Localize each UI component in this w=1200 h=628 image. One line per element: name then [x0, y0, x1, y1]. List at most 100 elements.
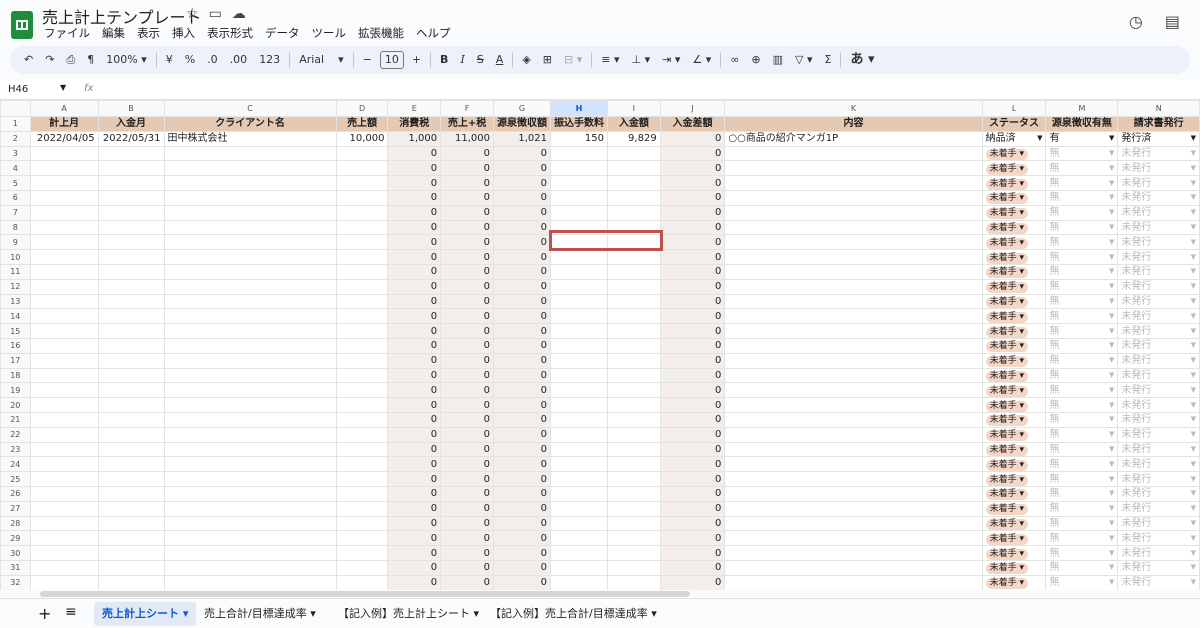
- cell[interactable]: 11,000: [440, 130, 494, 147]
- cell[interactable]: [724, 426, 983, 443]
- withholding-dropdown[interactable]: 無 ▼: [1045, 249, 1119, 265]
- cell[interactable]: 0: [493, 471, 551, 487]
- cell[interactable]: 0: [440, 204, 494, 221]
- status-dropdown[interactable]: 未着手 ▾: [981, 337, 1047, 354]
- invoice-dropdown[interactable]: 未発行 ▼: [1117, 308, 1200, 325]
- withholding-dropdown[interactable]: 無 ▼: [1045, 323, 1119, 339]
- cell[interactable]: [335, 189, 389, 206]
- cell[interactable]: [607, 411, 661, 428]
- cell[interactable]: 0: [493, 485, 551, 502]
- menu-view[interactable]: 表示: [137, 25, 160, 41]
- cell[interactable]: 0: [440, 411, 494, 428]
- cell[interactable]: [607, 471, 661, 487]
- strikethrough-icon[interactable]: S: [471, 46, 490, 74]
- align-horizontal-icon[interactable]: ≡ ▾: [595, 46, 625, 74]
- cell[interactable]: 0: [659, 160, 726, 177]
- withholding-dropdown[interactable]: 無 ▼: [1045, 160, 1119, 177]
- cell[interactable]: [550, 175, 608, 191]
- status-dropdown[interactable]: 未着手 ▾: [981, 367, 1047, 384]
- cell[interactable]: [335, 219, 389, 236]
- row-number[interactable]: 27: [0, 500, 31, 517]
- menu-extensions[interactable]: 拡張機能: [358, 25, 404, 41]
- cell[interactable]: [163, 367, 337, 384]
- cell[interactable]: 0: [493, 382, 551, 399]
- cell[interactable]: [607, 397, 661, 413]
- cell[interactable]: [97, 545, 165, 561]
- add-sheet-icon[interactable]: +: [38, 604, 51, 623]
- cell[interactable]: [29, 367, 99, 384]
- currency-format-button[interactable]: ¥: [160, 46, 179, 74]
- cell[interactable]: 0: [659, 397, 726, 413]
- cell[interactable]: [550, 441, 608, 458]
- cell[interactable]: 0: [493, 308, 551, 325]
- fill-color-icon[interactable]: ◈: [516, 46, 536, 74]
- cell[interactable]: [550, 426, 608, 443]
- header-cell[interactable]: 入金月: [97, 116, 165, 132]
- cell[interactable]: 0: [659, 308, 726, 325]
- cell[interactable]: [97, 175, 165, 191]
- cell[interactable]: [97, 411, 165, 428]
- header-cell[interactable]: ステータス: [981, 116, 1047, 132]
- borders-icon[interactable]: ⊞: [537, 46, 558, 74]
- font-size-input[interactable]: 10: [379, 51, 404, 69]
- cell[interactable]: [335, 574, 389, 590]
- cell[interactable]: [724, 189, 983, 206]
- cell[interactable]: [97, 160, 165, 177]
- status-dropdown[interactable]: 未着手 ▾: [981, 397, 1047, 413]
- cell[interactable]: [550, 367, 608, 384]
- row-number[interactable]: 9: [0, 234, 31, 251]
- cell[interactable]: [29, 574, 99, 590]
- row-number[interactable]: 31: [0, 559, 31, 576]
- status-dropdown[interactable]: 未着手 ▾: [981, 219, 1047, 236]
- invoice-dropdown[interactable]: 未発行 ▼: [1117, 441, 1200, 458]
- row-number[interactable]: 10: [0, 249, 31, 265]
- cell[interactable]: 田中株式会社: [163, 130, 337, 147]
- cell[interactable]: [550, 160, 608, 177]
- tab-example-sales-total[interactable]: 【記入例】売上合計/目標達成率 ▾: [482, 602, 665, 626]
- cell[interactable]: [97, 382, 165, 399]
- name-box[interactable]: H46: [8, 84, 28, 95]
- text-rotation-icon[interactable]: ∠ ▾: [686, 46, 717, 74]
- cell[interactable]: 0: [387, 308, 442, 325]
- cell[interactable]: [97, 323, 165, 339]
- cell[interactable]: [607, 485, 661, 502]
- cell[interactable]: [550, 249, 608, 265]
- column-header[interactable]: E: [387, 100, 442, 117]
- column-header[interactable]: H: [550, 100, 608, 117]
- row-number[interactable]: 12: [0, 278, 31, 295]
- cell[interactable]: [607, 441, 661, 458]
- cell[interactable]: 0: [440, 530, 494, 547]
- cell[interactable]: 10,000: [335, 130, 389, 147]
- cell[interactable]: 0: [659, 515, 726, 532]
- cell[interactable]: [97, 500, 165, 517]
- cell[interactable]: 0: [387, 278, 442, 295]
- cell[interactable]: [163, 382, 337, 399]
- cell[interactable]: 0: [440, 367, 494, 384]
- cell[interactable]: 0: [387, 382, 442, 399]
- cell[interactable]: 0: [387, 574, 442, 590]
- header-cell[interactable]: 内容: [724, 116, 983, 132]
- cell[interactable]: 0: [659, 574, 726, 590]
- row-number[interactable]: 29: [0, 530, 31, 547]
- withholding-dropdown[interactable]: 無 ▼: [1045, 337, 1119, 354]
- cell[interactable]: [97, 308, 165, 325]
- cell[interactable]: 0: [493, 160, 551, 177]
- status-dropdown[interactable]: 未着手 ▾: [981, 263, 1047, 280]
- cell[interactable]: [335, 530, 389, 547]
- row-number[interactable]: 14: [0, 308, 31, 325]
- zoom-select[interactable]: 100% ▾: [100, 46, 152, 74]
- cell[interactable]: 0: [493, 574, 551, 590]
- cell[interactable]: [97, 219, 165, 236]
- cell[interactable]: [163, 456, 337, 473]
- cell[interactable]: [97, 471, 165, 487]
- cell[interactable]: [335, 545, 389, 561]
- cell[interactable]: 0: [659, 545, 726, 561]
- cell[interactable]: 0: [440, 426, 494, 443]
- invoice-dropdown[interactable]: 未発行 ▼: [1117, 515, 1200, 532]
- cell[interactable]: [335, 352, 389, 369]
- header-cell[interactable]: 源泉徴収額: [493, 116, 551, 132]
- menu-tools[interactable]: ツール: [312, 25, 347, 41]
- cell[interactable]: [335, 367, 389, 384]
- withholding-dropdown[interactable]: 有 ▼: [1045, 130, 1119, 147]
- cell[interactable]: 0: [493, 545, 551, 561]
